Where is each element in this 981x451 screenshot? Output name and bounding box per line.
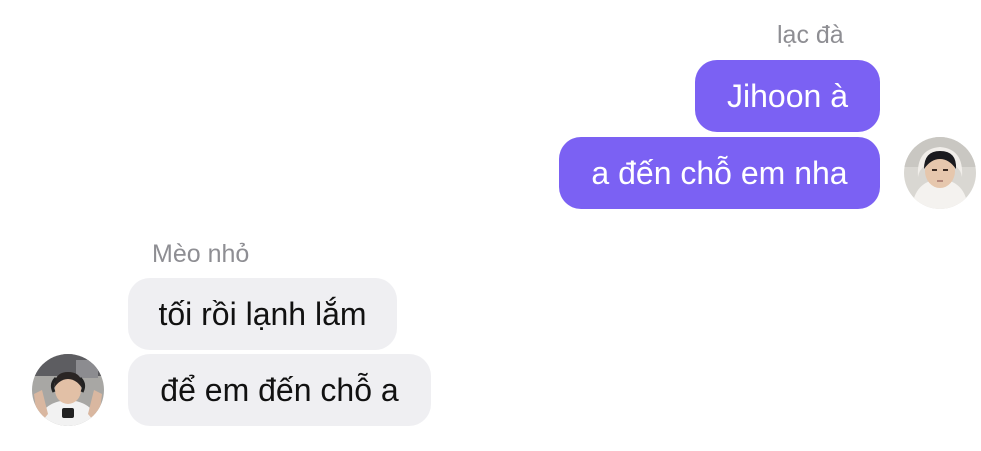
message-bubble-incoming[interactable]: để em đến chỗ a xyxy=(128,354,431,426)
message-text: tối rồi lạnh lắm xyxy=(158,296,367,332)
message-text: Jihoon à xyxy=(727,78,848,114)
message-text: a đến chỗ em nha xyxy=(591,155,848,191)
user-avatar-icon xyxy=(32,354,104,426)
user-avatar-icon xyxy=(904,137,976,209)
sender-name-outgoing: lạc đà xyxy=(777,21,844,49)
sender-name-incoming: Mèo nhỏ xyxy=(152,240,250,268)
message-bubble-incoming[interactable]: tối rồi lạnh lắm xyxy=(128,278,397,350)
chat-thread: lạc đà Jihoon à a đến chỗ em nha Mèo nhỏ… xyxy=(0,0,981,451)
message-text: để em đến chỗ a xyxy=(160,372,399,408)
avatar-incoming[interactable] xyxy=(32,354,104,426)
message-bubble-outgoing[interactable]: a đến chỗ em nha xyxy=(559,137,880,209)
avatar-outgoing[interactable] xyxy=(904,137,976,209)
message-bubble-outgoing[interactable]: Jihoon à xyxy=(695,60,880,132)
